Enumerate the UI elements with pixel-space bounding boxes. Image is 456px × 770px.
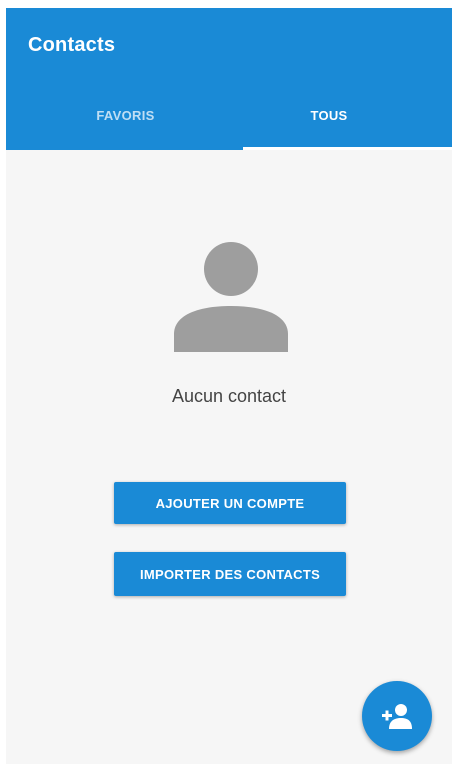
person-icon	[174, 242, 288, 352]
selected-tab-indicator	[243, 147, 452, 150]
app-bar: Contacts FAVORIS TOUS	[6, 8, 452, 150]
tab-tous[interactable]: TOUS	[229, 108, 429, 123]
import-contacts-button[interactable]: IMPORTER DES CONTACTS	[114, 552, 346, 596]
app-title: Contacts	[28, 34, 116, 56]
add-account-button[interactable]: AJOUTER UN COMPTE	[114, 482, 346, 524]
tab-favoris[interactable]: FAVORIS	[14, 108, 237, 123]
add-person-icon	[382, 704, 412, 729]
empty-state-message: Aucun contact	[171, 386, 287, 406]
contacts-screen: Contacts FAVORIS TOUS Aucun contact AJOU…	[6, 8, 452, 764]
add-contact-fab[interactable]	[362, 681, 432, 751]
